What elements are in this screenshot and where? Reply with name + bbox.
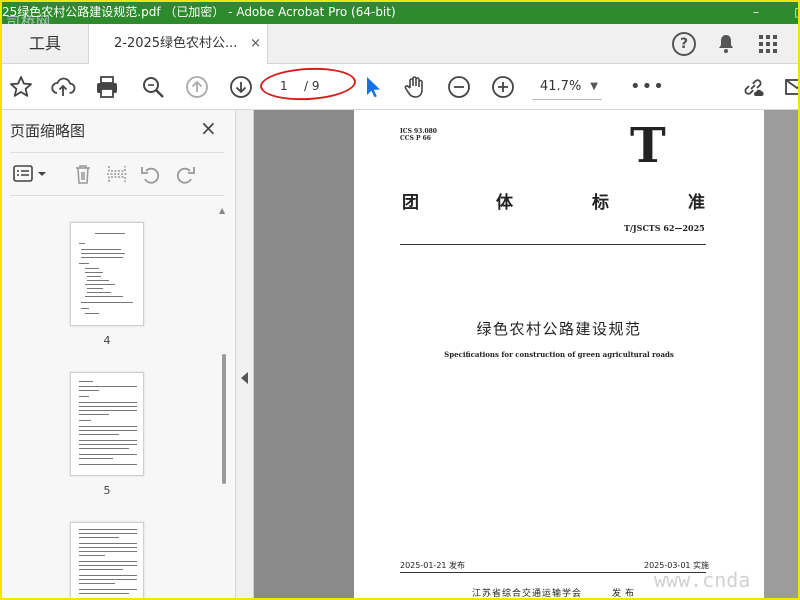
- pdf-page: ICS 93.080 CCS P 66 T 团 体 标 准 T/JSCTS 62…: [354, 110, 764, 598]
- publisher-name: 江苏省综合交通运输学会: [472, 589, 583, 598]
- tab-tools[interactable]: 工具: [2, 24, 88, 64]
- tab-bar: 工具 2-2025绿色农村公... × ?: [2, 24, 798, 65]
- document-viewer[interactable]: ICS 93.080 CCS P 66 T 团 体 标 准 T/JSCTS 62…: [254, 110, 798, 598]
- cloud-upload-icon[interactable]: [50, 74, 76, 100]
- print-icon[interactable]: [94, 74, 120, 100]
- email-icon[interactable]: [784, 74, 798, 100]
- more-tools-icon[interactable]: •••: [630, 76, 665, 97]
- chevron-down-icon: ▼: [590, 81, 598, 92]
- close-panel-icon[interactable]: ×: [200, 116, 217, 140]
- maximize-button[interactable]: □: [780, 2, 798, 24]
- standard-heading-char: 团: [402, 193, 419, 213]
- main-toolbar: 1 / 9 41.7% ▼ •••: [2, 64, 798, 110]
- page-thumbnail[interactable]: [70, 522, 144, 598]
- zoom-level-dropdown[interactable]: 41.7% ▼: [532, 76, 602, 100]
- page-thumbnails-panel: 页面缩略图 × 4 5 ▲: [2, 110, 236, 598]
- rotate-left-icon[interactable]: [140, 163, 162, 185]
- publish-date: 2025-01-21 发布: [400, 561, 466, 570]
- window-title: 25绿色农村公路建设规范.pdf （已加密） - Adobe Acrobat P…: [2, 5, 396, 19]
- hand-tool-icon[interactable]: [402, 74, 428, 100]
- publish-label: 发布: [612, 589, 639, 598]
- standard-number: T/JSCTS 62—2025: [624, 223, 705, 233]
- page-thumbnail[interactable]: [70, 372, 144, 476]
- document-subtitle: Specifications for construction of green…: [444, 350, 674, 359]
- delete-page-icon[interactable]: [72, 163, 94, 185]
- next-page-icon[interactable]: [228, 74, 254, 100]
- page-thumbnail[interactable]: [70, 222, 144, 326]
- panel-title: 页面缩略图: [10, 122, 86, 140]
- standard-heading-char: 标: [592, 193, 609, 213]
- divider: [400, 244, 706, 245]
- bookmark-star-icon[interactable]: [8, 74, 34, 100]
- thumbnail-page-number: 4: [103, 334, 111, 347]
- standard-heading-char: 体: [496, 193, 513, 213]
- zoom-in-icon[interactable]: [490, 74, 516, 100]
- scroll-up-arrow-icon[interactable]: ▲: [219, 206, 225, 215]
- viewer-right-margin: [764, 110, 798, 598]
- zoom-level-value: 41.7%: [540, 79, 582, 94]
- thumbnail-scrollbar[interactable]: ▲: [216, 204, 230, 598]
- minimize-button[interactable]: –: [736, 2, 776, 24]
- apps-grid-icon[interactable]: [756, 32, 780, 56]
- site-watermark-bottom: www.cnda: [654, 568, 751, 592]
- document-title: 绿色农村公路建设规范: [476, 320, 642, 338]
- standard-heading-char: 准: [688, 193, 705, 213]
- previous-page-icon[interactable]: [184, 74, 210, 100]
- ccs-code: CCS P 66: [400, 135, 431, 142]
- zoom-search-icon[interactable]: [140, 74, 166, 100]
- close-tab-icon[interactable]: ×: [250, 24, 261, 64]
- standard-type-letter: T: [630, 118, 666, 174]
- thumbnail-page-number: 5: [103, 484, 111, 497]
- bell-icon[interactable]: [714, 32, 738, 56]
- extract-page-icon[interactable]: [106, 163, 128, 185]
- tab-document-label: 2-2025绿色农村公...: [114, 36, 238, 51]
- title-bar: 25绿色农村公路建设规范.pdf （已加密） - Adobe Acrobat P…: [2, 2, 798, 24]
- scrollbar-thumb[interactable]: [222, 354, 226, 484]
- thumbnail-options-icon[interactable]: [12, 163, 48, 185]
- app-window: 25绿色农村公路建设规范.pdf （已加密） - Adobe Acrobat P…: [2, 2, 798, 598]
- panel-splitter[interactable]: [236, 110, 254, 598]
- zoom-out-icon[interactable]: [446, 74, 472, 100]
- panel-toolbar: [10, 152, 224, 196]
- rotate-right-icon[interactable]: [174, 163, 196, 185]
- collapse-panel-arrow-icon[interactable]: [241, 372, 248, 384]
- ics-code: ICS 93.080: [400, 128, 437, 135]
- help-icon[interactable]: ?: [672, 32, 696, 56]
- share-link-icon[interactable]: [740, 74, 766, 100]
- tab-document[interactable]: 2-2025绿色农村公... ×: [88, 24, 268, 65]
- select-cursor-icon[interactable]: [360, 74, 386, 100]
